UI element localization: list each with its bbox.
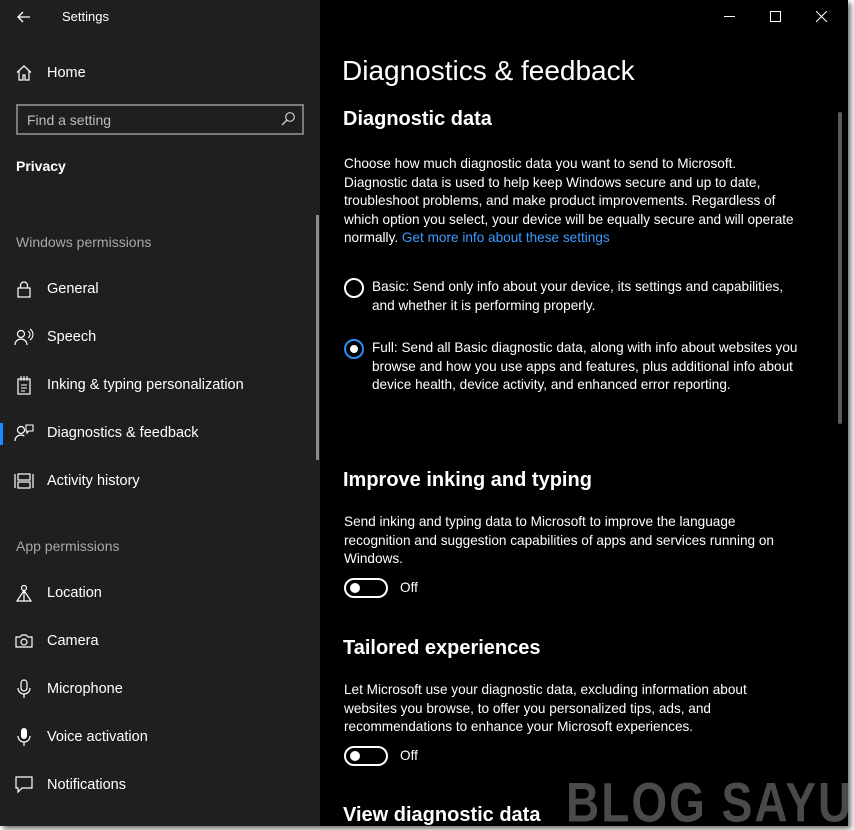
minimize-button[interactable] (706, 0, 752, 32)
sidebar-item-activity-history[interactable]: Activity history (0, 461, 316, 501)
inking-heading: Improve inking and typing (343, 469, 592, 491)
sidebar-item-notifications[interactable]: Notifications (0, 765, 316, 805)
notifications-icon (14, 775, 34, 795)
watermark: BLOG SAYUGI (566, 771, 848, 826)
inking-toggle-state: Off (400, 580, 418, 595)
sidebar-item-general[interactable]: General (0, 269, 316, 309)
view-diagnostic-heading: View diagnostic data (343, 804, 541, 826)
tailored-toggle-state: Off (400, 748, 418, 763)
main-content: Diagnostics & feedback Diagnostic data C… (320, 0, 848, 826)
sidebar-item-label: General (47, 281, 99, 297)
camera-icon (14, 631, 34, 651)
sidebar-item-label: Camera (47, 633, 99, 649)
inking-icon (14, 375, 34, 395)
app-title: Settings (62, 9, 109, 24)
search-icon[interactable] (280, 111, 296, 127)
sidebar-item-label: Location (47, 585, 102, 601)
speech-icon (14, 327, 34, 347)
back-arrow-icon (17, 11, 30, 23)
sidebar-item-label: Microphone (47, 681, 123, 697)
back-button[interactable] (12, 6, 36, 28)
section-title: Privacy (16, 158, 66, 174)
close-icon (815, 10, 827, 22)
more-info-link[interactable]: Get more info about these settings (402, 230, 610, 245)
sidebar-item-speech[interactable]: Speech (0, 317, 316, 357)
diagnostic-data-description: Choose how much diagnostic data you want… (344, 155, 794, 248)
voice-activation-icon (14, 727, 34, 747)
close-button[interactable] (798, 0, 844, 32)
sidebar-item-label: Speech (47, 329, 97, 345)
page-title: Diagnostics & feedback (342, 55, 635, 86)
sidebar-item-location[interactable]: Location (0, 573, 316, 613)
app-permissions-title: App permissions (16, 538, 120, 554)
sidebar-item-label: Diagnostics & feedback (47, 425, 199, 441)
tailored-heading: Tailored experiences (343, 637, 541, 659)
home-icon (14, 63, 34, 83)
sidebar-item-label: Voice activation (47, 729, 148, 745)
windows-permissions-title: Windows permissions (16, 234, 152, 250)
sidebar-item-voice-activation[interactable]: Voice activation (0, 717, 316, 757)
settings-window: Settings Home Privacy Windows permission… (0, 0, 848, 826)
sidebar-scrollbar[interactable] (316, 215, 319, 460)
microphone-icon (14, 679, 34, 699)
radio-basic[interactable] (344, 278, 364, 298)
sidebar-item-label: Notifications (47, 777, 126, 793)
activity-icon (14, 471, 34, 491)
feedback-icon (14, 423, 34, 443)
maximize-button[interactable] (752, 0, 798, 32)
sidebar-item-microphone[interactable]: Microphone (0, 669, 316, 709)
sidebar-item-camera[interactable]: Camera (0, 621, 316, 661)
sidebar-item-label: Home (47, 65, 86, 81)
inking-description: Send inking and typing data to Microsoft… (344, 514, 774, 567)
inking-toggle[interactable] (344, 578, 388, 598)
maximize-icon (769, 10, 781, 22)
radio-full-label: Full: Send all Basic diagnostic data, al… (372, 340, 798, 393)
tailored-toggle[interactable] (344, 746, 388, 766)
sidebar-item-diagnostics-feedback[interactable]: Diagnostics & feedback (0, 413, 316, 453)
sidebar-item-label: Activity history (47, 473, 140, 489)
tailored-description: Let Microsoft use your diagnostic data, … (344, 682, 747, 735)
sidebar-item-home[interactable]: Home (0, 53, 316, 93)
title-bar-left: Settings (0, 0, 320, 34)
sidebar: Settings Home Privacy Windows permission… (0, 0, 320, 826)
location-icon (14, 583, 34, 603)
search-input[interactable] (18, 106, 268, 133)
radio-basic-label: Basic: Send only info about your device,… (372, 279, 784, 313)
sidebar-item-inking-typing[interactable]: Inking & typing personalization (0, 365, 316, 405)
sidebar-item-label: Inking & typing personalization (47, 377, 244, 393)
lock-icon (14, 279, 34, 299)
main-scrollbar[interactable] (838, 112, 842, 424)
minimize-icon (723, 15, 735, 17)
diagnostic-data-heading: Diagnostic data (343, 108, 492, 130)
search-box[interactable] (16, 104, 304, 135)
radio-full[interactable] (344, 339, 364, 359)
